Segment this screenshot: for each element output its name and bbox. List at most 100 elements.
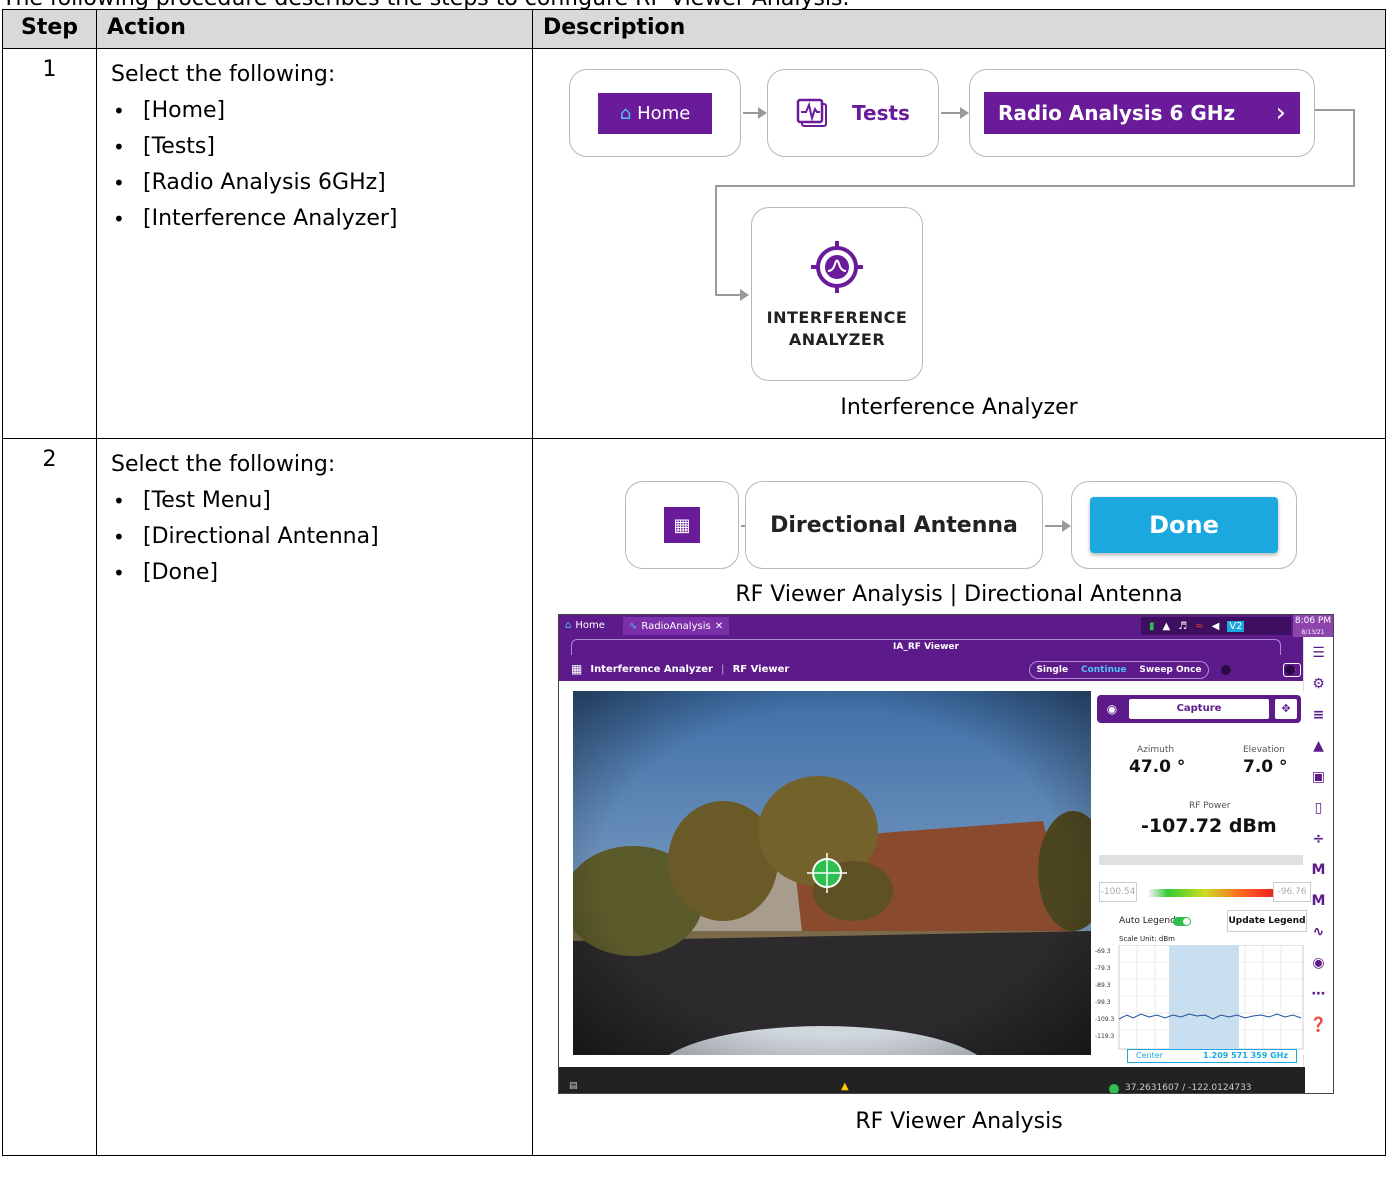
- azimuth-value: 47.0 °: [1129, 757, 1186, 777]
- move-icon[interactable]: ✥: [1275, 699, 1297, 719]
- scale-unit-label: Scale Unit: dBm: [1119, 935, 1175, 943]
- breadcrumb: ▦ Interference Analyzer | RF Viewer: [571, 662, 789, 676]
- header-step: Step: [2, 9, 97, 49]
- mode-single[interactable]: Single: [1036, 665, 1068, 675]
- power-level-bar: [1099, 855, 1303, 865]
- list-item: [Done]: [111, 555, 522, 591]
- save-icon[interactable]: ▣: [1304, 761, 1333, 792]
- list-item: [Test Menu]: [111, 483, 522, 519]
- flow-directional-box: Directional Antenna: [745, 481, 1043, 569]
- list-item: [Home]: [111, 93, 522, 129]
- update-legend-button[interactable]: Update Legend: [1227, 910, 1307, 932]
- y-tick: -69.3: [1095, 948, 1111, 955]
- pulse-icon: ∿: [629, 620, 638, 632]
- procedure-table: Step Action Description 1 Select the fol…: [2, 9, 1386, 1156]
- center-frequency-field[interactable]: Center 1.209 571 359 GHz: [1127, 1049, 1297, 1063]
- flow-radio-box: Radio Analysis 6 GHz ›: [969, 69, 1315, 157]
- indicator-dot: [1221, 665, 1231, 675]
- clock: 8:06 PM 8/13/21: [1293, 615, 1333, 637]
- home-icon: ⌂: [565, 620, 572, 631]
- flow-connector: [1353, 109, 1355, 187]
- tab-radio-analysis[interactable]: ∿ RadioAnalysis ✕: [623, 617, 730, 635]
- action-intro: Select the following:: [111, 62, 336, 87]
- window-title: IA_RF Viewer: [571, 639, 1281, 655]
- camera-view[interactable]: [573, 691, 1091, 1055]
- mode-continue[interactable]: Continue: [1081, 665, 1127, 675]
- interference-analyzer-icon[interactable]: [807, 237, 867, 297]
- mode-sweep-once[interactable]: Sweep Once: [1139, 665, 1201, 675]
- warning-icon[interactable]: ▲: [841, 1081, 849, 1092]
- step-number: 1: [2, 48, 97, 439]
- action-list: [Test Menu] [Directional Antenna] [Done]: [111, 483, 522, 591]
- gear-icon[interactable]: ⚙: [1304, 668, 1333, 699]
- rf-info-panel: ◉ Capture ✥ Azimuth 47.0 ° Elevation 7.0…: [1095, 691, 1311, 1055]
- flow-tests-box: Tests: [767, 69, 939, 157]
- legend-min-input[interactable]: -100.54: [1099, 882, 1137, 902]
- y-tick: -109.3: [1095, 1016, 1115, 1023]
- flow-arrow: [743, 107, 767, 119]
- right-toolbar: ☰ ⚙ ≡ ▲ ▣ ▯ ÷ M M ∿ ◉ ⋯ ❓: [1303, 637, 1333, 1093]
- azimuth-label: Azimuth: [1137, 745, 1175, 755]
- radio-analysis-button[interactable]: Radio Analysis 6 GHz ›: [984, 92, 1300, 134]
- flow-test-menu-box: ▦: [625, 481, 739, 569]
- center-value: 1.209 571 359 GHz: [1203, 1051, 1288, 1060]
- marker-down-icon[interactable]: M: [1304, 854, 1333, 885]
- description-cell: ▦ Directional Antenna Done RF Viewer Ana…: [532, 438, 1386, 1156]
- flow-connector: [1315, 109, 1355, 111]
- trace-icon[interactable]: ∿: [1304, 916, 1333, 947]
- tab-home-label: Home: [575, 620, 605, 631]
- rf-viewer-screenshot: ⌂ Home ∿ RadioAnalysis ✕ ▮ ▲ ♬ ≈ ◀ V2 8:…: [558, 614, 1334, 1094]
- device-header: IA_RF Viewer + ▦ Interference Analyzer |…: [559, 637, 1305, 681]
- volume-icon: ♬: [1178, 620, 1188, 632]
- figure-caption-bottom: RF Viewer Analysis: [855, 1109, 1063, 1134]
- y-tick: -99.3: [1095, 999, 1111, 1006]
- camera-icon[interactable]: ◉: [1304, 947, 1333, 978]
- tests-label[interactable]: Tests: [852, 101, 910, 125]
- action-cell: Select the following: [Home] [Tests] [Ra…: [96, 48, 533, 439]
- rf-power-label: RF Power: [1189, 801, 1231, 811]
- list-icon[interactable]: ≡: [1304, 699, 1333, 730]
- header-description: Description: [532, 9, 1386, 49]
- cable-icon: ◀: [1211, 620, 1220, 632]
- auto-legend-label: Auto Legend: [1119, 916, 1176, 926]
- action-intro: Select the following:: [111, 452, 336, 477]
- capture-bar: ◉ Capture ✥: [1097, 695, 1301, 723]
- message-icon[interactable]: ▤: [569, 1081, 578, 1091]
- description-cell: ⌂ Home Tests Radio Analysis 6 GHz › INTE…: [532, 48, 1386, 439]
- test-menu-button[interactable]: ▦: [664, 507, 700, 543]
- ia-label-line2: ANALYZER: [788, 330, 886, 349]
- gps-icon: [1109, 1084, 1119, 1093]
- table-header-row: Step Action Description: [2, 9, 1386, 49]
- more-icon[interactable]: ⋯: [1304, 978, 1333, 1009]
- auto-legend-toggle[interactable]: [1173, 917, 1191, 926]
- figure-caption-top: RF Viewer Analysis | Directional Antenna: [735, 582, 1183, 607]
- legend-max-input[interactable]: -96.76: [1273, 882, 1311, 902]
- flow-ia-box: INTERFERENCE ANALYZER: [751, 207, 923, 381]
- battery-icon: ▮: [1149, 620, 1155, 632]
- home-button[interactable]: ⌂ Home: [597, 92, 713, 134]
- menu-grid-icon[interactable]: ▦: [571, 662, 582, 676]
- menu-icon[interactable]: ☰: [1304, 637, 1333, 668]
- flow-connector: [715, 185, 717, 295]
- divide-icon[interactable]: ÷: [1304, 823, 1333, 854]
- signal-icon: ≈: [1195, 620, 1204, 632]
- list-item: [Directional Antenna]: [111, 519, 522, 555]
- camera-icon[interactable]: ◉: [1101, 699, 1123, 719]
- folder-icon[interactable]: ▯: [1304, 792, 1333, 823]
- rf-power-value: -107.72 dBm: [1141, 815, 1277, 837]
- close-icon[interactable]: ✕: [715, 621, 723, 632]
- flow-arrow: [715, 289, 749, 301]
- table-row: 2 Select the following: [Test Menu] [Dir…: [2, 438, 1386, 1156]
- spectrum-mini-chart[interactable]: -69.3 -79.3 -89.3 -99.3 -109.3 -119.3: [1095, 944, 1305, 1051]
- list-item: [Tests]: [111, 129, 522, 165]
- tab-home[interactable]: ⌂ Home: [565, 620, 605, 631]
- capture-button[interactable]: Capture: [1129, 699, 1269, 719]
- radio-analysis-label: Radio Analysis 6 GHz: [998, 101, 1236, 125]
- ia-label-line1: INTERFERENCE: [766, 308, 908, 327]
- y-tick: -119.3: [1095, 1033, 1115, 1040]
- directional-antenna-option[interactable]: Directional Antenna: [770, 513, 1018, 538]
- lock-icon[interactable]: ▲: [1304, 730, 1333, 761]
- list-item: [Interference Analyzer]: [111, 201, 522, 237]
- help-icon[interactable]: ❓: [1304, 1009, 1333, 1040]
- done-button[interactable]: Done: [1090, 497, 1278, 553]
